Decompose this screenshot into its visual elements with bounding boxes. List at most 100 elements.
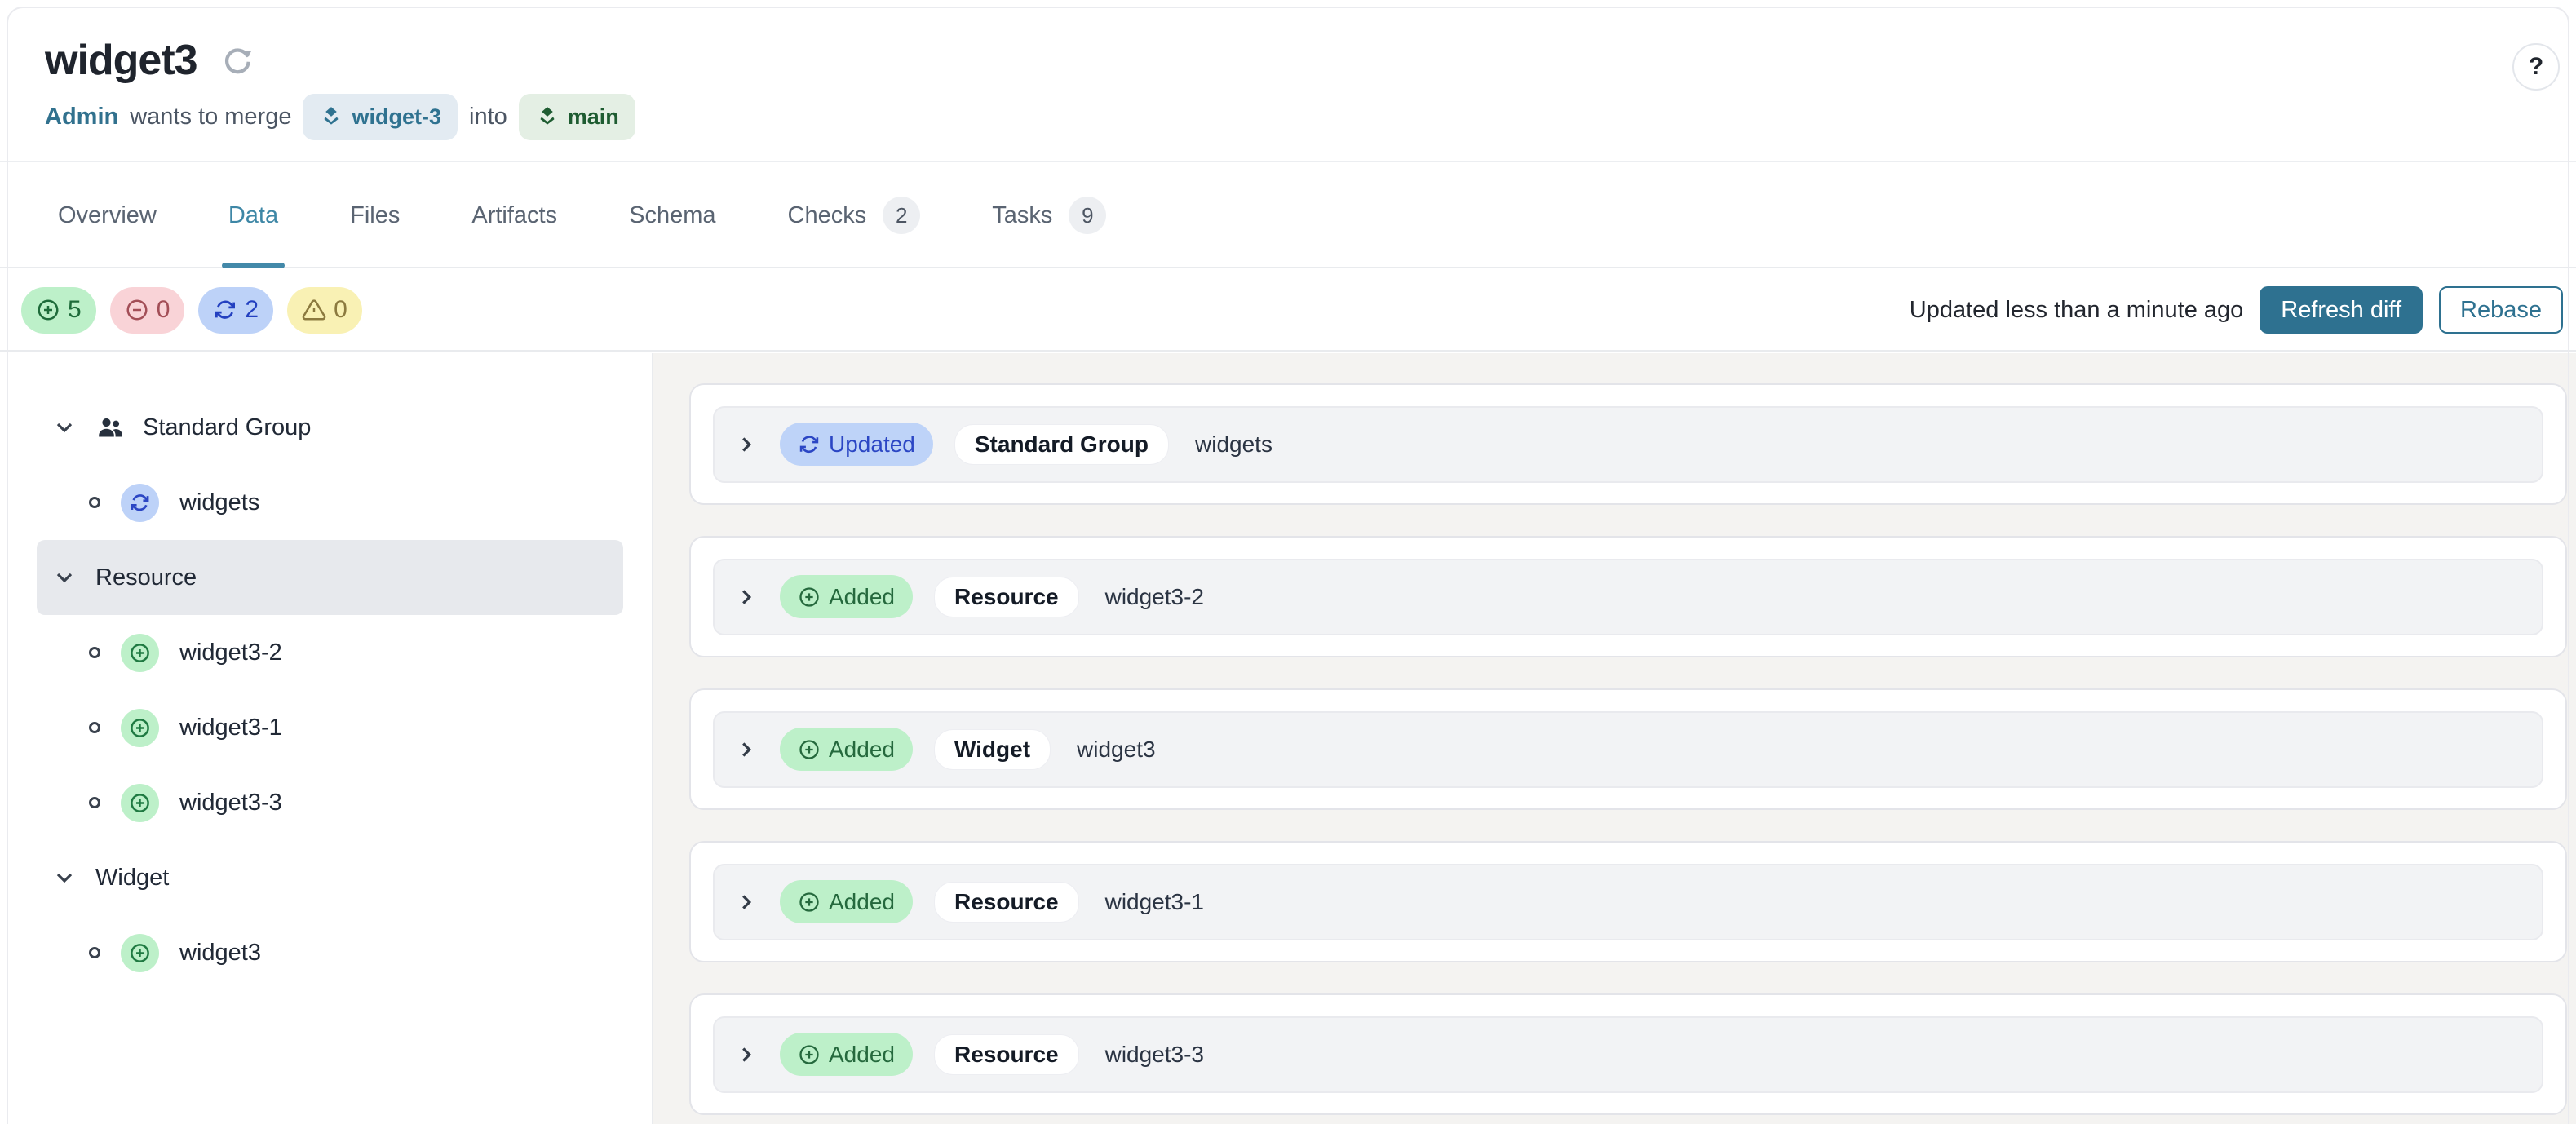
chevron-down-icon[interactable]	[51, 564, 77, 591]
added-count-pill: 5	[21, 286, 96, 334]
content-area: Standard Group widgets Resource widget3-…	[0, 353, 2576, 1124]
chevron-right-icon[interactable]	[734, 890, 759, 914]
diff-tree-sidebar: Standard Group widgets Resource widget3-…	[0, 353, 653, 1124]
diff-row-widgets[interactable]: Updated Standard Group widgets	[713, 405, 2543, 483]
updated-change-icon	[121, 483, 159, 522]
tree-item-label: widget3-2	[179, 639, 282, 666]
kind-badge: Resource	[933, 881, 1079, 923]
diff-stats-bar: 5 0 2 0 Updated less than a minute ago R…	[0, 270, 2576, 352]
plus-circle-icon	[799, 892, 819, 912]
tree-item-widget3-2[interactable]: widget3-2	[37, 615, 623, 690]
bullet-icon	[89, 497, 100, 508]
removed-count-pill: 0	[109, 286, 185, 334]
diff-card: Added Resource widget3-1	[689, 841, 2567, 962]
chevron-right-icon[interactable]	[734, 737, 759, 762]
refresh-icon[interactable]	[220, 43, 255, 77]
tree-item-label: widget3-1	[179, 714, 282, 741]
tree-item-label: widget3	[179, 939, 261, 966]
tree-group-label: Standard Group	[143, 414, 312, 440]
tab-schema[interactable]: Schema	[629, 164, 715, 267]
tree-group-standard-group[interactable]: Standard Group	[37, 390, 623, 465]
merge-text: wants to merge	[130, 103, 292, 130]
last-updated-text: Updated less than a minute ago	[1909, 296, 2244, 323]
tab-checks[interactable]: Checks 2	[788, 164, 921, 267]
diff-card: Updated Standard Group widgets	[689, 383, 2567, 505]
author-link[interactable]: Admin	[45, 104, 118, 131]
chevron-right-icon[interactable]	[734, 585, 759, 609]
added-change-icon	[121, 933, 159, 972]
into-text: into	[469, 103, 507, 130]
tree-item-label: widget3-3	[179, 789, 282, 816]
chevron-right-icon[interactable]	[734, 1042, 759, 1067]
status-badge: Added	[780, 1033, 913, 1076]
rebase-button[interactable]: Rebase	[2439, 286, 2563, 334]
group-icon	[95, 413, 125, 442]
chevron-right-icon[interactable]	[734, 432, 759, 457]
diff-row-widget3-3[interactable]: Added Resource widget3-3	[713, 1016, 2543, 1093]
chevron-down-icon[interactable]	[51, 414, 77, 440]
tab-tasks[interactable]: Tasks 9	[992, 164, 1107, 267]
page-title: widget3	[45, 37, 198, 84]
status-badge: Added	[780, 880, 913, 923]
plus-circle-icon	[799, 739, 819, 759]
bullet-icon	[89, 722, 100, 733]
warning-icon	[302, 299, 326, 321]
diff-row-widget3[interactable]: Added Widget widget3	[713, 710, 2543, 788]
tree-item-label: widgets	[179, 489, 260, 516]
kind-badge: Resource	[933, 1033, 1079, 1075]
kind-badge: Resource	[933, 576, 1079, 617]
tree-item-widget3-3[interactable]: widget3-3	[37, 765, 623, 840]
bullet-icon	[89, 797, 100, 808]
branch-icon	[319, 104, 343, 129]
plus-circle-icon	[38, 299, 59, 321]
tree-item-widget3[interactable]: widget3	[37, 915, 623, 990]
source-branch-label: widget-3	[352, 104, 441, 129]
tab-artifacts[interactable]: Artifacts	[471, 164, 557, 267]
diff-row-name: widgets	[1195, 431, 1273, 457]
tasks-count-badge: 9	[1069, 197, 1107, 234]
tab-files[interactable]: Files	[350, 164, 400, 267]
diff-list: Updated Standard Group widgets Added Res…	[653, 353, 2576, 1124]
chevron-down-icon[interactable]	[51, 865, 77, 891]
tree-group-label: Resource	[95, 564, 197, 591]
help-button[interactable]: ?	[2512, 43, 2560, 91]
plus-circle-icon	[799, 1044, 819, 1064]
tree-item-widgets[interactable]: widgets	[37, 465, 623, 540]
added-change-icon	[121, 633, 159, 672]
status-badge: Added	[780, 728, 913, 771]
diff-card: Added Resource widget3-3	[689, 993, 2567, 1115]
target-branch-label: main	[567, 104, 619, 129]
checks-count-badge: 2	[883, 197, 921, 234]
added-change-icon	[121, 708, 159, 747]
bullet-icon	[89, 647, 100, 658]
branch-icon	[535, 104, 560, 129]
diff-card: Added Resource widget3-2	[689, 536, 2567, 657]
diff-row-name: widget3-1	[1104, 888, 1204, 914]
status-badge: Added	[780, 575, 913, 618]
minus-circle-icon	[126, 299, 148, 321]
tree-group-widget[interactable]: Widget	[37, 840, 623, 915]
target-branch-badge[interactable]: main	[518, 93, 635, 140]
warning-count-pill: 0	[287, 286, 362, 334]
diff-card: Added Widget widget3	[689, 688, 2567, 810]
plus-circle-icon	[799, 586, 819, 607]
added-change-icon	[121, 783, 159, 822]
diff-stat-pills: 5 0 2 0	[21, 286, 362, 334]
sync-icon	[799, 435, 819, 453]
diff-row-widget3-1[interactable]: Added Resource widget3-1	[713, 863, 2543, 940]
status-badge: Updated	[780, 423, 933, 466]
tab-overview[interactable]: Overview	[58, 164, 157, 267]
diff-row-widget3-2[interactable]: Added Resource widget3-2	[713, 558, 2543, 635]
source-branch-badge[interactable]: widget-3	[303, 93, 458, 140]
header: widget3 Admin wants to merge widget-3 in…	[0, 0, 2576, 162]
kind-badge: Standard Group	[954, 423, 1169, 465]
tab-data[interactable]: Data	[221, 164, 285, 268]
refresh-diff-button[interactable]: Refresh diff	[2260, 286, 2423, 334]
tree-group-label: Widget	[95, 864, 170, 891]
kind-badge: Widget	[933, 728, 1051, 770]
tree-item-widget3-1[interactable]: widget3-1	[37, 690, 623, 765]
tree-group-resource[interactable]: Resource	[37, 540, 623, 615]
title-row: widget3	[45, 36, 255, 85]
sync-icon	[215, 300, 236, 319]
bullet-icon	[89, 947, 100, 958]
